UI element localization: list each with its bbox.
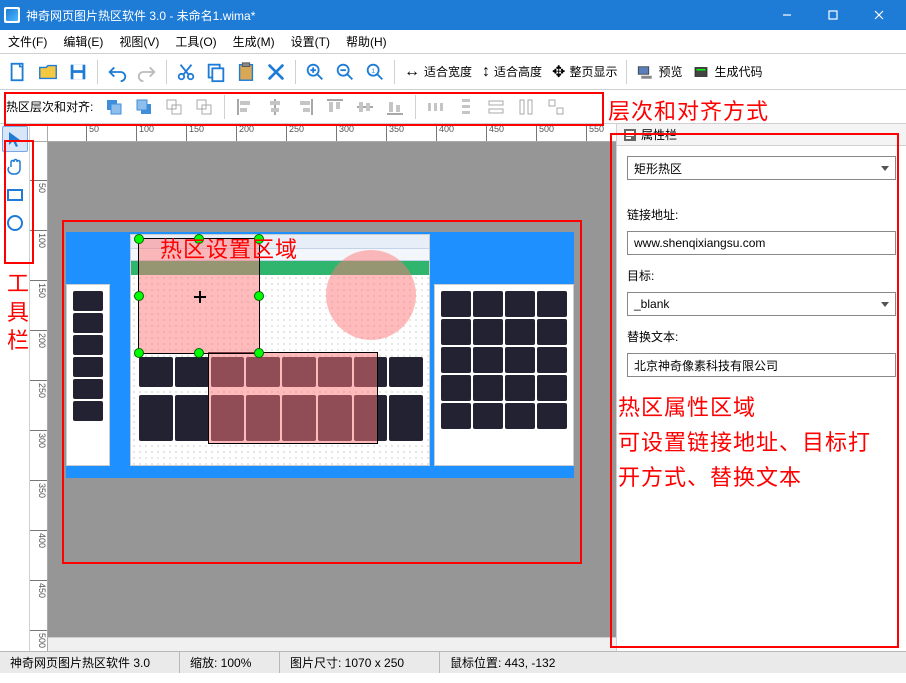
- properties-icon: [623, 128, 637, 142]
- bring-front-button[interactable]: [101, 94, 127, 120]
- canvas-area: 50 100 150 200 250 300 350 400 450 500 5…: [30, 124, 616, 651]
- circle-tool[interactable]: [2, 210, 28, 236]
- hotspot-rect-selected[interactable]: [138, 238, 260, 354]
- viewport[interactable]: [48, 142, 616, 637]
- preview-button[interactable]: 预览: [632, 63, 686, 81]
- generate-code-button[interactable]: 生成代码: [688, 63, 766, 81]
- ruler-corner: [30, 124, 48, 142]
- delete-button[interactable]: [262, 58, 290, 86]
- target-select[interactable]: _blank: [627, 292, 896, 316]
- align-left-button[interactable]: [232, 94, 258, 120]
- menu-help[interactable]: 帮助(H): [338, 30, 395, 53]
- send-back-button[interactable]: [131, 94, 157, 120]
- align-label: 热区层次和对齐:: [6, 98, 93, 115]
- link-label: 链接地址:: [627, 206, 896, 223]
- paste-button[interactable]: [232, 58, 260, 86]
- hotspot-type-select[interactable]: 矩形热区: [627, 156, 896, 180]
- close-button[interactable]: [856, 0, 902, 30]
- menubar: 文件(F) 编辑(E) 视图(V) 工具(O) 生成(M) 设置(T) 帮助(H…: [0, 30, 906, 54]
- status-zoom: 缩放: 100%: [180, 652, 280, 673]
- link-input[interactable]: www.shenqixiangsu.com: [627, 231, 896, 255]
- rect-tool[interactable]: [2, 182, 28, 208]
- bring-forward-button[interactable]: [161, 94, 187, 120]
- send-backward-button[interactable]: [191, 94, 217, 120]
- align-right-button[interactable]: [292, 94, 318, 120]
- align-top-button[interactable]: [322, 94, 348, 120]
- maximize-button[interactable]: [810, 0, 856, 30]
- ruler-horizontal: 50 100 150 200 250 300 350 400 450 500 5…: [48, 124, 616, 142]
- chevron-down-icon: [881, 302, 889, 307]
- app-icon: [4, 7, 20, 23]
- alt-input[interactable]: 北京神奇像素科技有限公司: [627, 353, 896, 377]
- new-button[interactable]: [4, 58, 32, 86]
- tools-panel: [0, 124, 30, 651]
- align-center-h-button[interactable]: [262, 94, 288, 120]
- undo-button[interactable]: [103, 58, 131, 86]
- align-middle-v-button[interactable]: [352, 94, 378, 120]
- properties-panel: 属性栏 矩形热区 链接地址: www.shenqixiangsu.com 目标:…: [616, 124, 906, 651]
- cut-button[interactable]: [172, 58, 200, 86]
- distribute-v-button[interactable]: [453, 94, 479, 120]
- menu-file[interactable]: 文件(F): [0, 30, 55, 53]
- properties-header: 属性栏: [617, 124, 906, 146]
- properties-title: 属性栏: [641, 126, 677, 143]
- thumb-panel-left: [66, 284, 110, 466]
- same-size-button[interactable]: [543, 94, 569, 120]
- select-tool[interactable]: [2, 126, 28, 152]
- scrollbar-horizontal[interactable]: [48, 637, 616, 651]
- same-height-button[interactable]: [513, 94, 539, 120]
- status-app: 神奇网页图片热区软件 3.0: [0, 652, 180, 673]
- svg-text:1: 1: [371, 67, 375, 74]
- redo-button[interactable]: [133, 58, 161, 86]
- menu-edit[interactable]: 编辑(E): [55, 30, 111, 53]
- titlebar: 神奇网页图片热区软件 3.0 - 未命名1.wima*: [0, 0, 906, 30]
- status-mouse: 鼠标位置: 443, -132: [440, 652, 906, 673]
- align-toolbar: 热区层次和对齐:: [0, 90, 906, 124]
- hotspot-rect-2[interactable]: [208, 352, 378, 444]
- chevron-down-icon: [881, 166, 889, 171]
- statusbar: 神奇网页图片热区软件 3.0 缩放: 100% 图片尺寸: 1070 x 250…: [0, 651, 906, 673]
- thumb-panel-right: [434, 284, 574, 466]
- zoom-out-button[interactable]: [331, 58, 359, 86]
- zoom-in-button[interactable]: [301, 58, 329, 86]
- target-label: 目标:: [627, 267, 896, 284]
- fit-width-button[interactable]: ↔适合宽度: [400, 63, 476, 81]
- menu-settings[interactable]: 设置(T): [283, 30, 338, 53]
- menu-view[interactable]: 视图(V): [111, 30, 167, 53]
- zoom-actual-button[interactable]: 1: [361, 58, 389, 86]
- full-page-button[interactable]: ✥整页显示: [548, 62, 621, 82]
- minimize-button[interactable]: [764, 0, 810, 30]
- hotspot-circle[interactable]: [326, 250, 416, 340]
- window-title: 神奇网页图片热区软件 3.0 - 未命名1.wima*: [26, 7, 764, 24]
- open-button[interactable]: [34, 58, 62, 86]
- fit-height-button[interactable]: ↕适合高度: [478, 63, 546, 81]
- distribute-h-button[interactable]: [423, 94, 449, 120]
- center-cross-icon: [194, 291, 206, 303]
- menu-tools[interactable]: 工具(O): [167, 30, 224, 53]
- main-toolbar: 1 ↔适合宽度 ↕适合高度 ✥整页显示 预览 生成代码: [0, 54, 906, 90]
- same-width-button[interactable]: [483, 94, 509, 120]
- image-page[interactable]: [66, 232, 574, 478]
- align-bottom-button[interactable]: [382, 94, 408, 120]
- alt-label: 替换文本:: [627, 328, 896, 345]
- copy-button[interactable]: [202, 58, 230, 86]
- ruler-vertical: 50 100 150 200 250 300 350 400 450 500: [30, 142, 48, 651]
- hand-tool[interactable]: [2, 154, 28, 180]
- menu-generate[interactable]: 生成(M): [225, 30, 283, 53]
- status-size: 图片尺寸: 1070 x 250: [280, 652, 440, 673]
- save-button[interactable]: [64, 58, 92, 86]
